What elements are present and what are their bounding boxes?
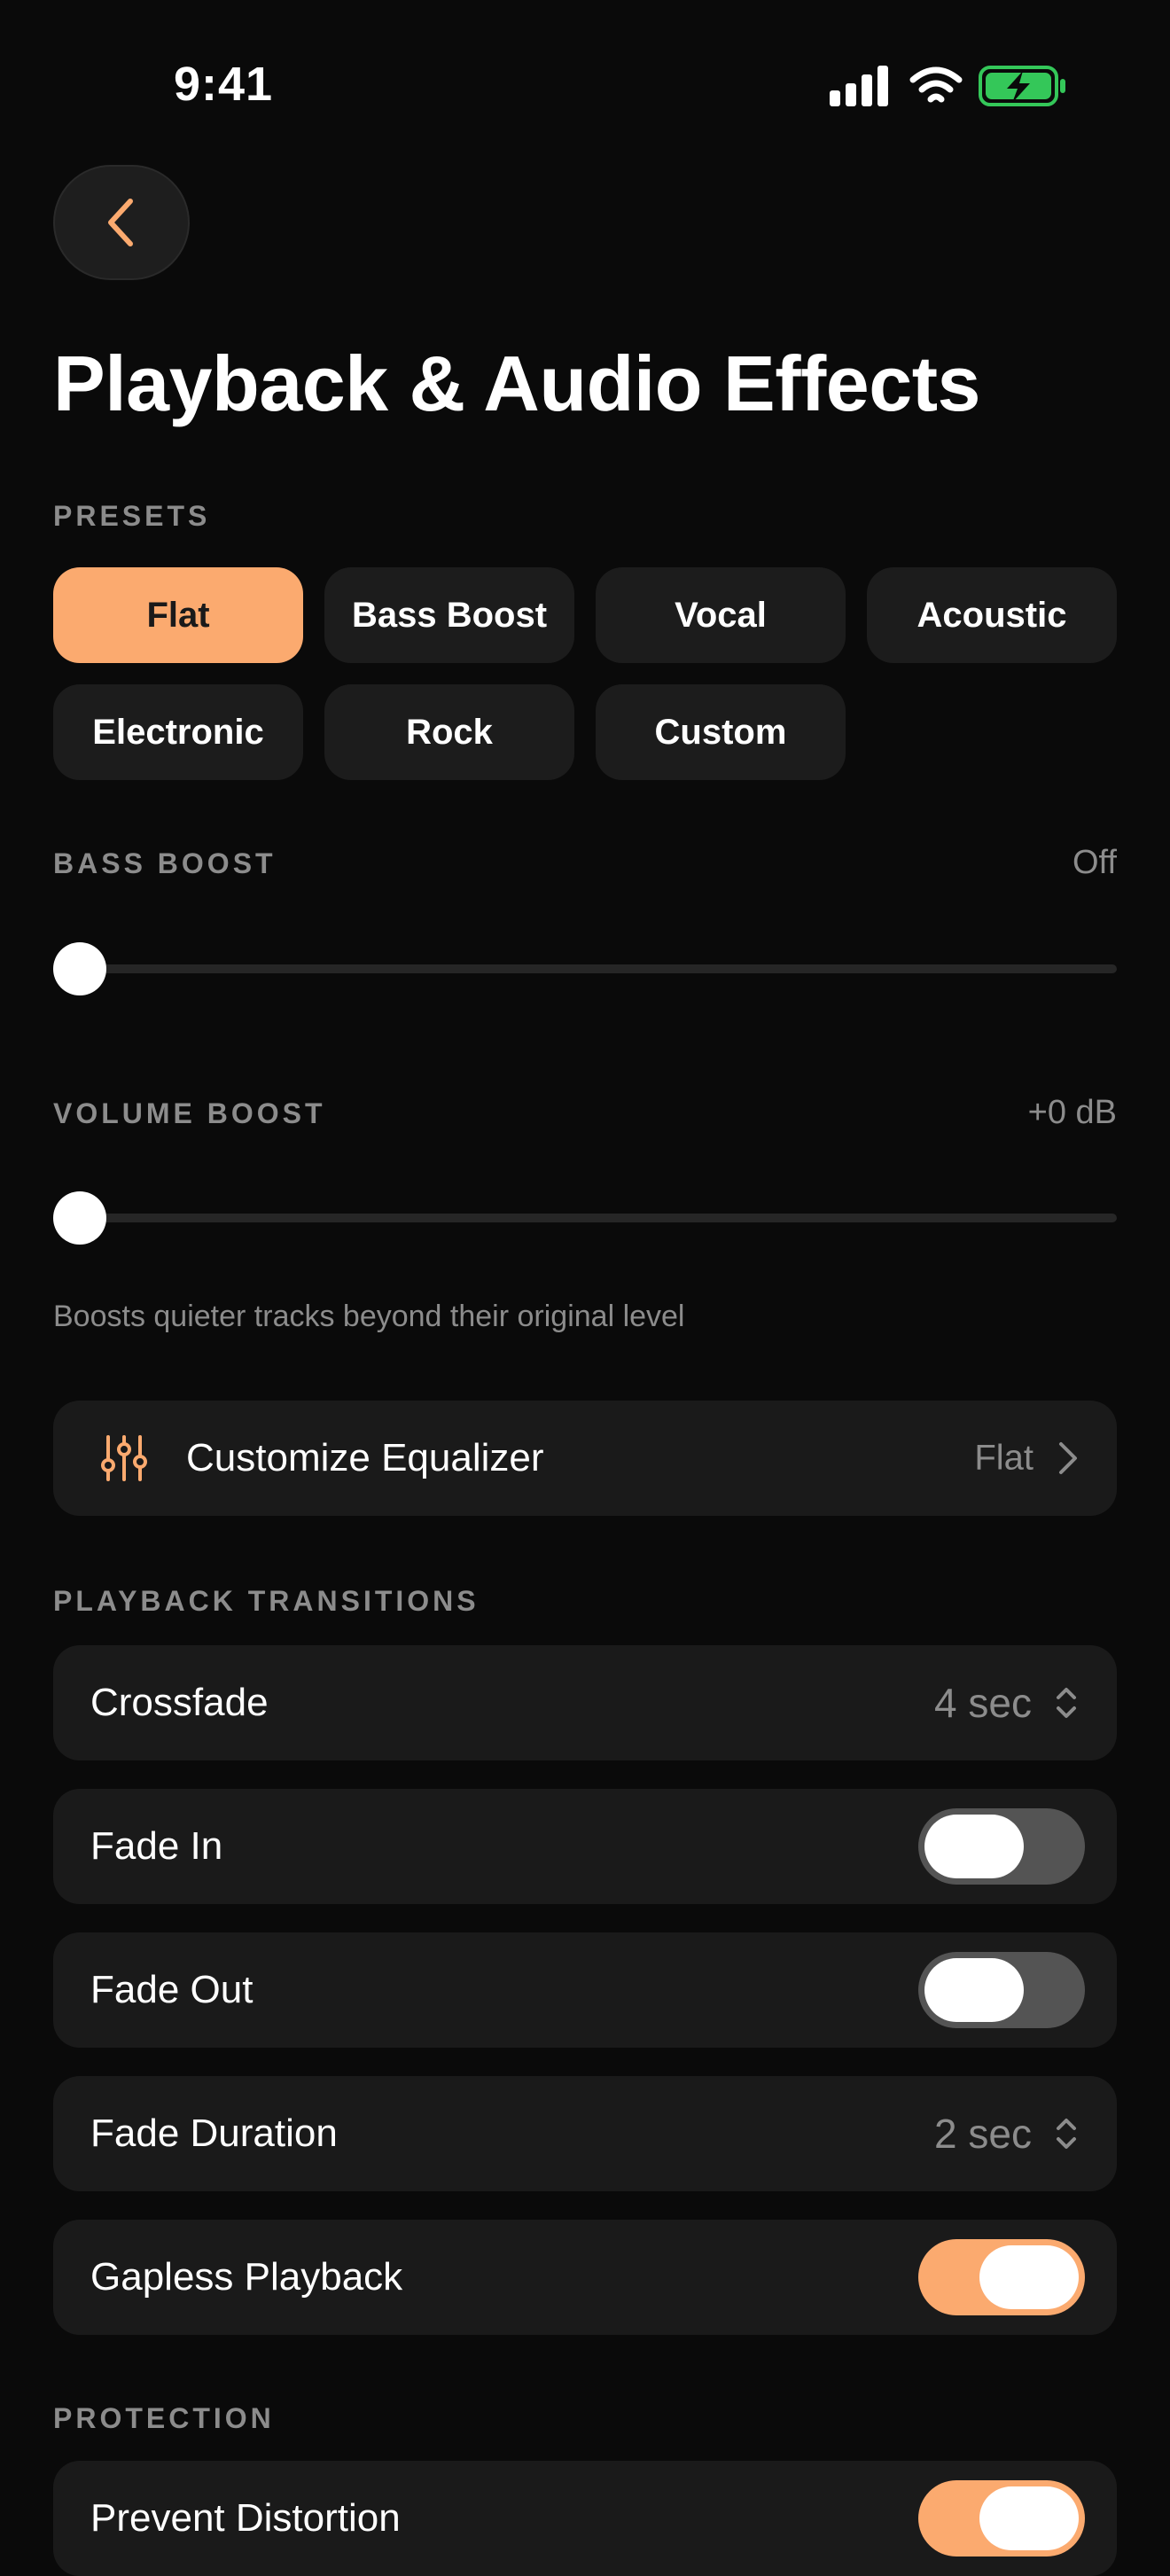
fade-duration-label: Fade Duration [90,2112,338,2155]
fade-out-label: Fade Out [90,1968,254,2011]
chevron-right-icon [1059,1442,1077,1474]
customize-equalizer-row[interactable]: Customize Equalizer Flat [53,1401,1117,1516]
page-title: Playback & Audio Effects [53,340,980,427]
status-time: 9:41 [174,58,274,111]
fade-duration-row[interactable]: Fade Duration 2 sec [53,2076,1117,2191]
bass-boost-label: BASS BOOST [53,847,277,879]
chevron-up-down-icon [1057,1688,1076,1718]
bass-boost-value: Off [1072,844,1117,881]
fade-duration-value: 2 sec [934,2111,1032,2157]
volume-boost-value: +0 dB [1027,1094,1117,1131]
crossfade-label: Crossfade [90,1681,269,1724]
toggle-thumb [979,2245,1079,2309]
volume-boost-slider-track[interactable] [53,1214,1117,1222]
preset-chip-custom[interactable]: Custom [596,684,846,780]
gapless-playback-label: Gapless Playback [90,2255,403,2299]
preset-chip-flat[interactable]: Flat [53,567,303,663]
playback-transitions-label: PLAYBACK TRANSITIONS [53,1585,480,1617]
preset-chip-electronic[interactable]: Electronic [53,684,303,780]
fade-out-toggle[interactable] [918,1952,1085,2028]
equalizer-value: Flat [974,1438,1034,1478]
fade-in-label: Fade In [90,1824,223,1868]
bass-boost-slider-knob[interactable] [53,942,106,995]
toggle-thumb [924,1958,1024,2022]
fade-out-row: Fade Out [53,1932,1117,2048]
prevent-distortion-label: Prevent Distortion [90,2496,401,2540]
toggle-thumb [924,1815,1024,1878]
gapless-playback-row: Gapless Playback [53,2220,1117,2335]
preset-chip-rock[interactable]: Rock [324,684,574,780]
volume-boost-helper: Boosts quieter tracks beyond their origi… [53,1300,685,1333]
back-button[interactable] [53,165,190,280]
chevron-up-down-icon [1057,2119,1076,2149]
sliders-icon [101,1435,147,1481]
volume-boost-slider-knob[interactable] [53,1191,106,1245]
gapless-playback-toggle[interactable] [918,2239,1085,2315]
status-icons [824,62,1072,108]
chevron-left-icon [108,199,133,246]
presets-section-label: PRESETS [53,500,211,532]
fade-in-toggle[interactable] [918,1808,1085,1885]
bass-boost-slider-track[interactable] [53,964,1117,973]
battery-charging-icon [979,66,1065,106]
crossfade-value: 4 sec [934,1680,1032,1726]
crossfade-row[interactable]: Crossfade 4 sec [53,1645,1117,1760]
toggle-thumb [979,2486,1079,2550]
preset-chip-bass-boost[interactable]: Bass Boost [324,567,574,663]
cellular-signal-icon [830,66,888,106]
preset-chip-acoustic[interactable]: Acoustic [867,567,1117,663]
volume-boost-label: VOLUME BOOST [53,1097,326,1129]
prevent-distortion-toggle[interactable] [918,2480,1085,2556]
preset-chip-vocal[interactable]: Vocal [596,567,846,663]
prevent-distortion-row: Prevent Distortion [53,2461,1117,2576]
customize-equalizer-label: Customize Equalizer [186,1436,544,1479]
protection-label: PROTECTION [53,2402,275,2434]
fade-in-row: Fade In [53,1789,1117,1904]
wifi-icon [909,66,963,103]
